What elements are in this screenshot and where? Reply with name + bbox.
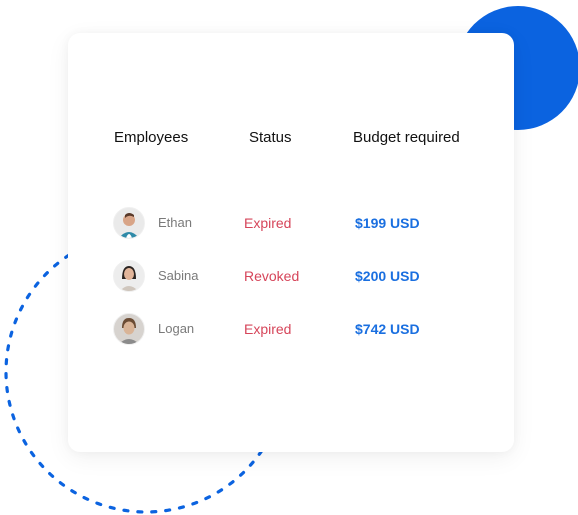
status-badge: Revoked <box>244 268 300 284</box>
employee-name: Ethan <box>158 215 192 230</box>
avatar <box>113 313 145 345</box>
table-row[interactable]: Logan Expired $742 USD <box>68 313 514 345</box>
avatar <box>113 207 145 239</box>
header-employees: Employees <box>114 129 189 146</box>
avatar <box>113 260 145 292</box>
header-status: Status <box>249 129 292 146</box>
person-icon <box>114 261 144 291</box>
person-icon <box>114 208 144 238</box>
employees-card: Employees Status Budget required Ethan E… <box>68 33 514 452</box>
header-budget: Budget required <box>353 129 460 146</box>
table-row[interactable]: Sabina Revoked $200 USD <box>68 260 514 292</box>
status-badge: Expired <box>244 321 292 337</box>
budget-value: $742 USD <box>355 321 420 337</box>
employee-name: Logan <box>158 321 195 336</box>
person-icon <box>114 314 144 344</box>
budget-value: $200 USD <box>355 268 420 284</box>
employee-name: Sabina <box>158 268 199 283</box>
budget-value: $199 USD <box>355 215 420 231</box>
table-row[interactable]: Ethan Expired $199 USD <box>68 207 514 239</box>
status-badge: Expired <box>244 215 292 231</box>
